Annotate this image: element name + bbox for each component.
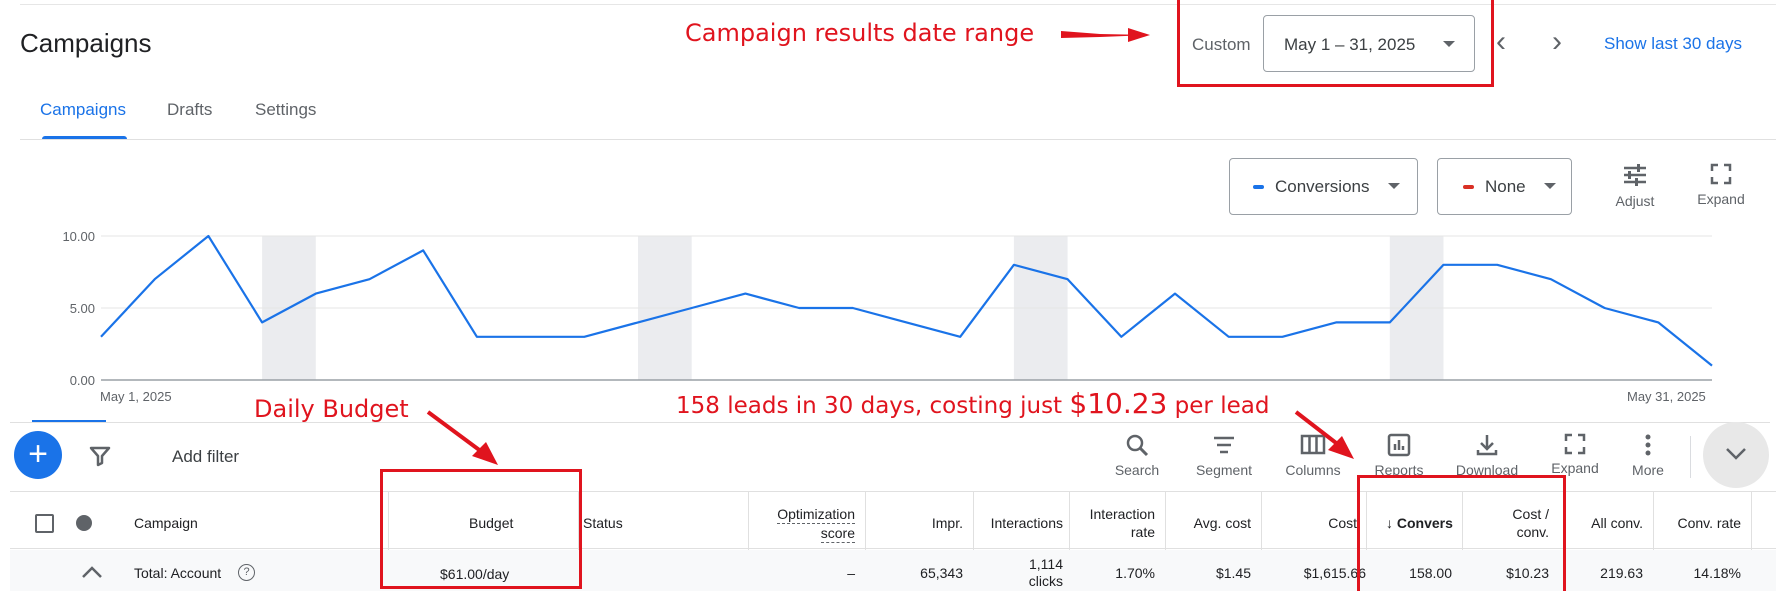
annotation-arrows [426,28,1354,465]
